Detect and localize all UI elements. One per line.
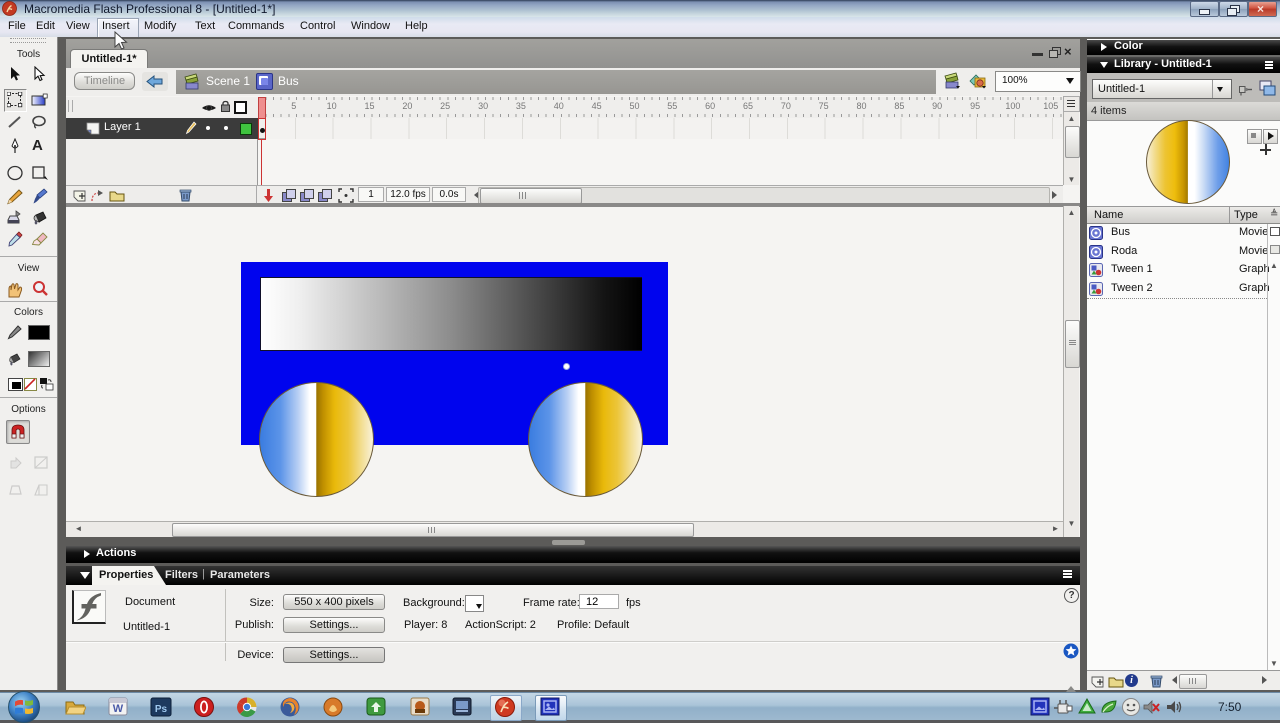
svg-text:W: W [113, 703, 124, 715]
svg-text:Ps: Ps [155, 704, 168, 715]
